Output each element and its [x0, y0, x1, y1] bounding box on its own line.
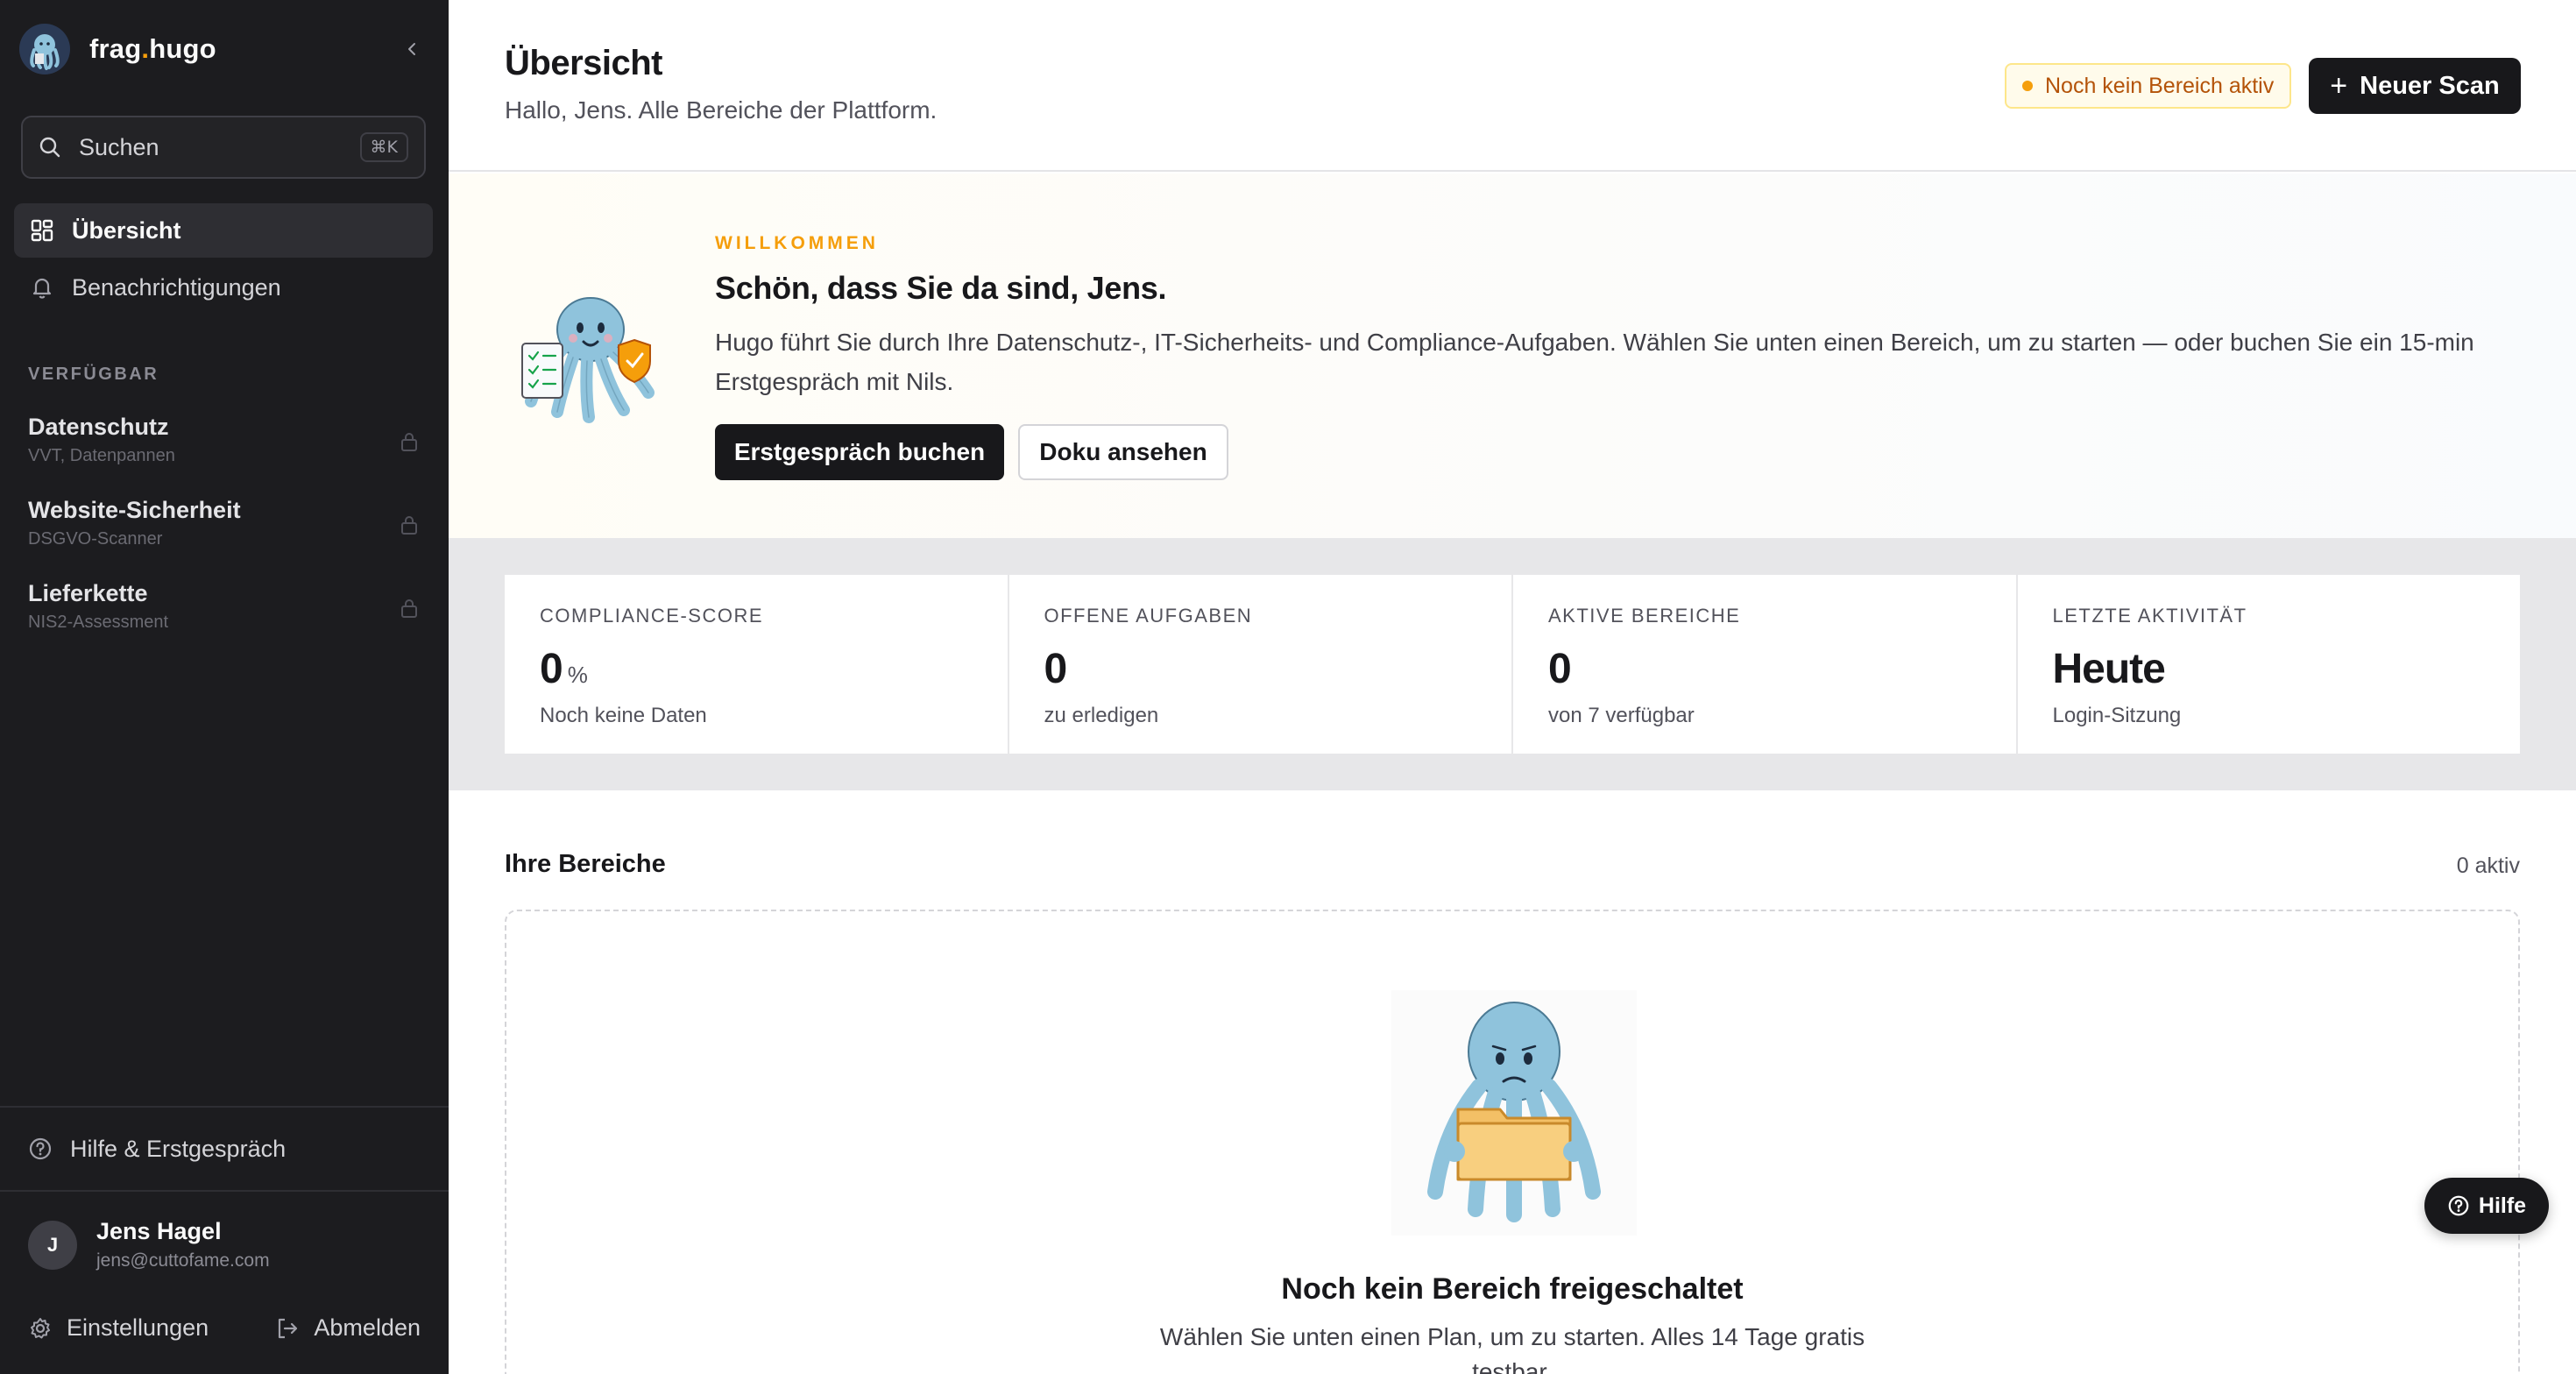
avatar: J	[28, 1220, 77, 1270]
dashboard-icon	[31, 219, 53, 242]
logout-button[interactable]: Abmelden	[275, 1314, 421, 1342]
areas-section-title: Ihre Bereiche	[505, 850, 666, 878]
lock-icon	[401, 433, 417, 451]
sidebar-item-lieferkette[interactable]: Lieferkette NIS2-Assessment	[14, 575, 433, 648]
stat-sub: zu erledigen	[1044, 704, 1159, 727]
sidebar-divider	[0, 1106, 449, 1108]
sidebar: frag.hugo Suchen ⌘K Übersicht Benachrich…	[0, 0, 449, 1374]
stat-value: 0%	[540, 646, 588, 692]
help-label: Hilfe & Erstgespräch	[70, 1135, 287, 1162]
stat-card-compliance-score: COMPLIANCE-SCORE 0% Noch keine Daten	[505, 575, 1008, 754]
help-fab-label: Hilfe	[2478, 1193, 2527, 1218]
stat-sub: Noch keine Daten	[540, 704, 707, 727]
area-title: Datenschutz	[28, 414, 169, 440]
welcome-body: Hugo führt Sie durch Ihre Datenschutz-, …	[715, 329, 2474, 395]
lock-icon	[401, 516, 417, 535]
plus-icon: +	[2330, 68, 2348, 103]
areas-empty-state: Noch kein Bereich freigeschaltet Wählen …	[505, 910, 2520, 1374]
gear-icon	[31, 1317, 50, 1338]
search-placeholder: Suchen	[79, 133, 159, 160]
page-subtitle: Hallo, Jens. Alle Bereiche der Plattform…	[505, 96, 938, 124]
page-header: Übersicht Hallo, Jens. Alle Bereiche der…	[449, 0, 2576, 172]
help-floating-button[interactable]: Hilfe	[2424, 1178, 2549, 1234]
stat-label: OFFENE AUFGABEN	[1044, 605, 1253, 627]
new-scan-label: Neuer Scan	[2360, 71, 2500, 100]
stats-section: COMPLIANCE-SCORE 0% Noch keine Daten OFF…	[449, 538, 2576, 790]
logout-icon	[279, 1318, 298, 1338]
brand[interactable]: frag.hugo	[19, 23, 216, 75]
chevron-left-icon	[408, 43, 415, 55]
octopus-mascot-icon	[521, 297, 655, 423]
sidebar-item-website-sicherheit[interactable]: Website-Sicherheit DSGVO-Scanner	[14, 492, 433, 565]
page-title: Übersicht	[505, 44, 663, 82]
section-label-available: VERFÜGBAR	[28, 365, 159, 384]
areas-active-count: 0 aktiv	[2456, 853, 2520, 878]
area-title: Lieferkette	[28, 580, 148, 606]
stat-label: AKTIVE BEREICHE	[1548, 605, 1741, 627]
empty-state-subtitle: Wählen Sie unten einen Plan, um zu start…	[1159, 1323, 1865, 1374]
stat-value: 0	[1548, 646, 1572, 692]
status-badge: Noch kein Bereich aktiv	[2005, 63, 2292, 109]
area-subtitle: VVT, Datenpannen	[28, 446, 175, 465]
empty-state-title: Noch kein Bereich freigeschaltet	[1281, 1272, 1744, 1306]
search-shortcut: ⌘K	[359, 132, 408, 162]
welcome-headline: Schön, dass Sie da sind, Jens.	[715, 270, 1167, 306]
settings-button[interactable]: Einstellungen	[28, 1314, 209, 1342]
search-icon	[39, 137, 60, 158]
user-email: jens@cuttofame.com	[96, 1250, 270, 1271]
stat-card-last-activity: LETZTE AKTIVITÄT Heute Login-Sitzung	[2017, 575, 2520, 754]
stat-sub: von 7 verfügbar	[1548, 704, 1695, 727]
stat-value: Heute	[2052, 646, 2166, 692]
book-call-button[interactable]: Erstgespräch buchen	[715, 424, 1004, 480]
user-profile[interactable]: J Jens Hagel jens@cuttofame.com	[28, 1218, 270, 1271]
sidebar-item-datenschutz[interactable]: Datenschutz VVT, Datenpannen	[14, 408, 433, 482]
sad-octopus-folder-icon	[1391, 990, 1637, 1236]
area-title: Website-Sicherheit	[28, 497, 241, 523]
nav-item-label: Übersicht	[72, 216, 181, 244]
search-input[interactable]: Suchen ⌘K	[21, 116, 426, 179]
nav-item-overview[interactable]: Übersicht	[14, 203, 433, 258]
settings-label: Einstellungen	[67, 1314, 209, 1341]
bell-icon	[32, 278, 52, 299]
sidebar-item-help[interactable]: Hilfe & Erstgespräch	[14, 1122, 433, 1176]
status-badge-label: Noch kein Bereich aktiv	[2045, 73, 2275, 98]
logout-label: Abmelden	[314, 1314, 421, 1341]
area-subtitle: NIS2-Assessment	[28, 613, 169, 632]
nav-item-notifications[interactable]: Benachrichtigungen	[14, 260, 433, 315]
stats-grid: COMPLIANCE-SCORE 0% Noch keine Daten OFF…	[505, 575, 2520, 754]
collapse-sidebar-button[interactable]	[396, 33, 428, 65]
stat-card-active-areas: AKTIVE BEREICHE 0 von 7 verfügbar	[1513, 575, 2016, 754]
brand-logo-icon	[19, 24, 70, 74]
status-dot-icon	[2022, 81, 2033, 91]
new-scan-button[interactable]: + Neuer Scan	[2309, 58, 2521, 114]
lock-icon	[401, 599, 417, 618]
nav-item-label: Benachrichtigungen	[72, 273, 281, 301]
stat-value: 0	[1044, 646, 1068, 692]
view-docs-button[interactable]: Doku ansehen	[1018, 424, 1228, 480]
stat-label: COMPLIANCE-SCORE	[540, 605, 764, 627]
help-circle-icon	[2448, 1195, 2469, 1216]
welcome-banner: WILLKOMMEN Schön, dass Sie da sind, Jens…	[449, 174, 2576, 538]
stat-sub: Login-Sitzung	[2052, 704, 2182, 727]
area-subtitle: DSGVO-Scanner	[28, 529, 163, 549]
sidebar-divider	[0, 1190, 449, 1192]
stat-label: LETZTE AKTIVITÄT	[2052, 605, 2247, 627]
help-circle-icon	[29, 1137, 52, 1160]
stat-card-open-tasks: OFFENE AUFGABEN 0 zu erledigen	[1008, 575, 1511, 754]
user-name: Jens Hagel	[96, 1218, 222, 1244]
brand-name: frag.hugo	[89, 33, 216, 64]
main-content: Übersicht Hallo, Jens. Alle Bereiche der…	[449, 0, 2576, 1374]
welcome-eyebrow: WILLKOMMEN	[715, 233, 879, 253]
